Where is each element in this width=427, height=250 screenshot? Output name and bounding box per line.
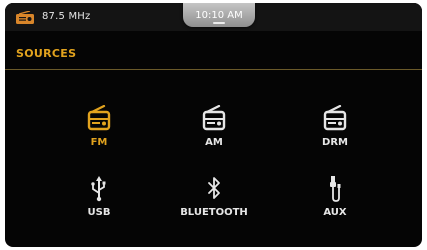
source-label: BLUETOOTH: [180, 207, 248, 218]
source-aux-button[interactable]: AUX: [285, 176, 385, 236]
source-label: USB: [87, 207, 111, 218]
source-drm-button[interactable]: DRM: [285, 105, 385, 165]
source-label: FM: [90, 137, 108, 148]
current-frequency: 87.5 MHz: [42, 11, 91, 22]
status-bar: 87.5 MHz 10:10 AM: [5, 3, 422, 31]
bluetooth-icon: [208, 177, 220, 199]
source-label: AUX: [323, 207, 347, 218]
radio-icon: [323, 105, 347, 131]
infotainment-screen: 87.5 MHz 10:10 AM SOURCES FM AM DRM USB …: [5, 3, 422, 247]
source-label: AM: [205, 137, 223, 148]
source-fm-button[interactable]: FM: [49, 105, 149, 165]
header-divider: [5, 69, 422, 70]
radio-icon: [16, 11, 34, 24]
source-bluetooth-button[interactable]: BLUETOOTH: [164, 176, 264, 236]
page-title: SOURCES: [16, 47, 77, 60]
radio-icon: [202, 105, 226, 131]
clock-tab[interactable]: 10:10 AM: [183, 3, 255, 27]
radio-icon: [87, 105, 111, 131]
source-label: DRM: [322, 137, 348, 148]
aux-cable-icon: [330, 176, 341, 202]
source-am-button[interactable]: AM: [164, 105, 264, 165]
source-usb-button[interactable]: USB: [49, 176, 149, 236]
usb-icon: [91, 176, 106, 202]
clock-time: 10:10 AM: [195, 10, 243, 21]
pull-down-handle-icon: [213, 22, 225, 24]
